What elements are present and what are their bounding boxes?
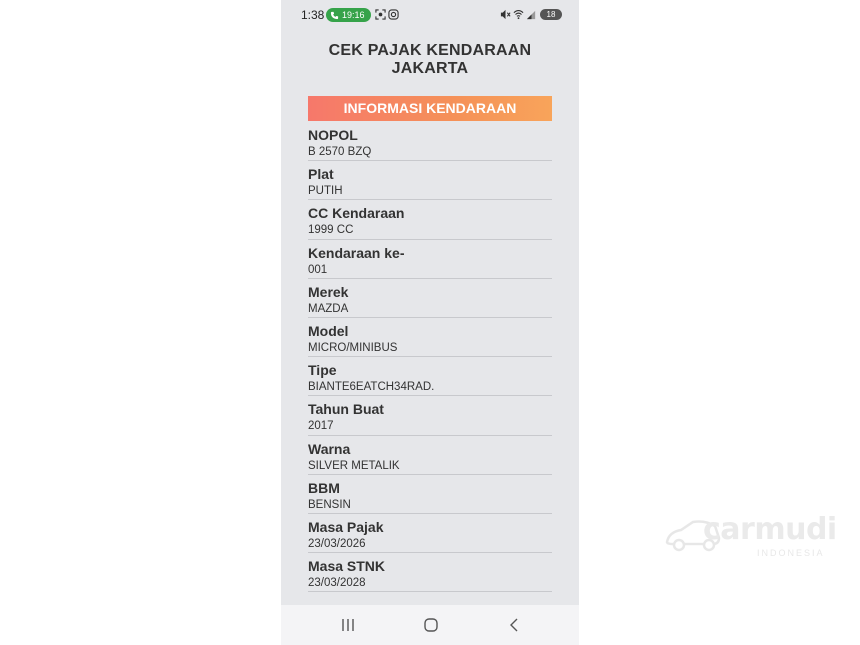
info-value: PUTIH (308, 185, 343, 198)
info-label: Plat (308, 166, 334, 183)
navigation-bar (281, 605, 579, 645)
info-label: CC Kendaraan (308, 205, 405, 222)
info-item: Masa Pajak 23/03/2026 (308, 514, 552, 554)
info-item: Model MICRO/MINIBUS (308, 318, 552, 358)
carmudi-watermark-logo: carmudi INDONESIA (663, 512, 843, 564)
info-value: 2017 (308, 420, 334, 433)
info-value: BIANTE6EATCH34RAD. (308, 381, 435, 394)
info-label: Tahun Buat (308, 401, 384, 418)
info-value: MAZDA (308, 302, 349, 315)
info-label: BBM (308, 479, 340, 496)
phone-icon (330, 11, 339, 19)
signal-icon (526, 10, 536, 20)
status-bar: 1:38 19:16 18 (281, 0, 579, 30)
recents-icon[interactable] (340, 617, 356, 633)
ongoing-call-pill[interactable]: 19:16 (326, 8, 371, 22)
info-item: CC Kendaraan 1999 CC (308, 200, 552, 240)
page-title-line2: JAKARTA (391, 60, 469, 77)
wifi-icon (513, 10, 524, 20)
info-item: Warna SILVER METALIK (308, 436, 552, 475)
info-label: Warna (308, 440, 351, 457)
info-item: Kendaraan ke- 001 (308, 240, 552, 279)
vehicle-info-list: NOPOL B 2570 BZQ Plat PUTIH CC Kendaraan 1999… (308, 122, 552, 593)
info-value: 23/03/2028 (308, 577, 366, 590)
section-header-vehicle-info: INFORMASI KENDARAAN (308, 96, 552, 121)
info-value: B 2570 BZQ (308, 146, 372, 158)
info-value: BENSIN (308, 498, 351, 511)
back-icon[interactable] (507, 617, 523, 633)
info-label: Kendaraan ke- (308, 244, 405, 261)
info-value: 001 (308, 263, 328, 276)
mute-icon (500, 9, 511, 20)
battery-indicator: 18 (540, 9, 562, 20)
info-label: Masa STNK (308, 558, 386, 575)
page-title: CEK PAJAK KENDARAAN JAKARTA (281, 42, 579, 78)
info-label: Tipe (308, 362, 337, 379)
status-time: 1:38 (301, 8, 325, 22)
info-value: 1999 CC (308, 224, 354, 237)
info-item: BBM BENSIN (308, 475, 552, 514)
info-item: Merek MAZDA (308, 279, 552, 318)
info-item: NOPOL B 2570 BZQ (308, 122, 552, 162)
info-value: SILVER METALIK (308, 459, 400, 472)
info-label: NOPOL (308, 127, 358, 143)
call-duration: 19:16 (342, 10, 365, 20)
watermark-brand: carmudi (703, 512, 837, 547)
info-item: Plat PUTIH (308, 161, 552, 201)
watermark-sub: INDONESIA (757, 548, 825, 558)
page-title-line1: CEK PAJAK KENDARAAN (328, 42, 532, 59)
info-item: Masa STNK 23/03/2028 (308, 553, 552, 593)
info-value: MICRO/MINIBUS (308, 341, 398, 354)
screenshot-icon (375, 9, 386, 20)
phone-screen: 1:38 19:16 18 CEK PAJAK KENDARAAN JAKART… (281, 0, 579, 645)
info-value: 23/03/2026 (308, 537, 366, 550)
info-item: Tahun Buat 2017 (308, 396, 552, 436)
info-label: Model (308, 322, 349, 339)
instagram-icon (388, 9, 399, 20)
info-label: Masa Pajak (308, 518, 384, 535)
home-icon[interactable] (423, 617, 439, 633)
info-item: Tipe BIANTE6EATCH34RAD. (308, 357, 552, 397)
info-label: Merek (308, 283, 349, 300)
